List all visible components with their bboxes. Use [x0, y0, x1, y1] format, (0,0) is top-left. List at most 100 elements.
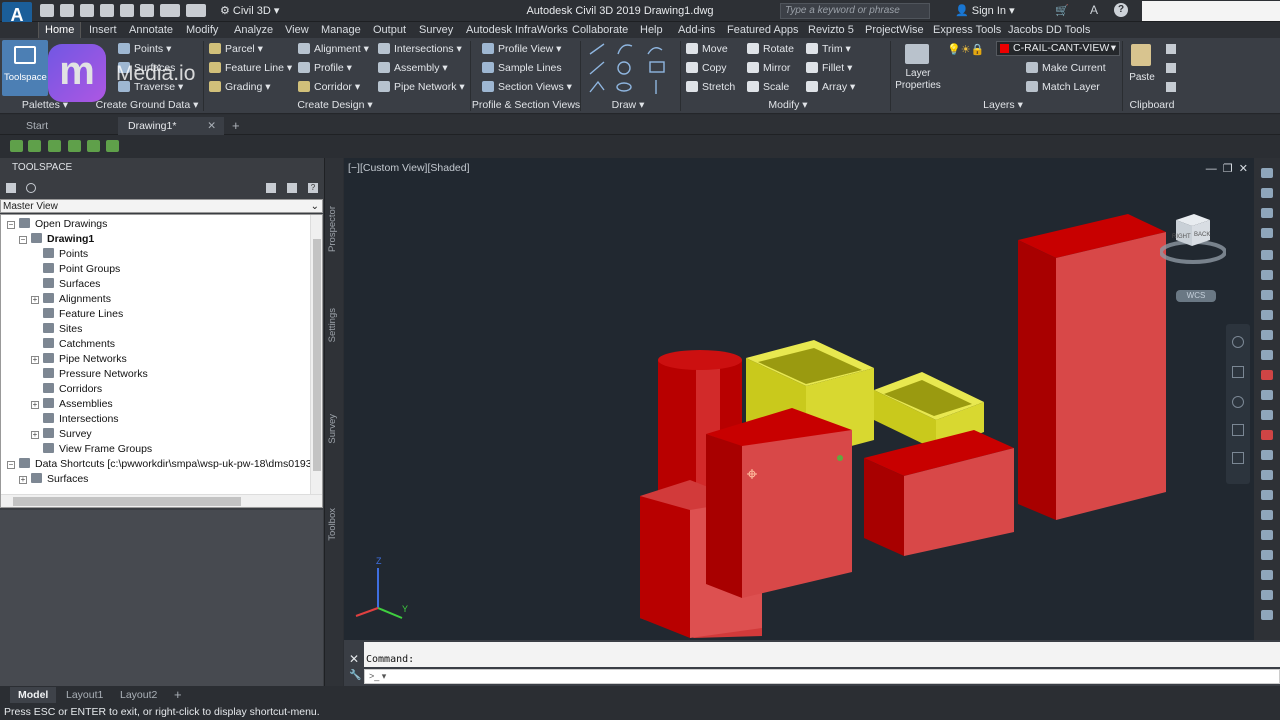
add-layout-button[interactable]: + [166, 687, 190, 703]
tree-item[interactable]: + Surfaces [19, 472, 88, 487]
tab-jacobs-dd-tools[interactable]: Jacobs DD Tools [1008, 22, 1090, 38]
tree-item[interactable]: − Drawing1 [19, 232, 94, 247]
sample-lines-button[interactable]: Sample Lines [482, 60, 562, 76]
side-tab-settings[interactable]: Settings [327, 308, 341, 342]
customize-icon[interactable]: 🔧 [349, 670, 361, 681]
tool-icon[interactable] [1261, 310, 1273, 320]
cut-icon[interactable] [1166, 44, 1176, 54]
side-tab-survey[interactable]: Survey [327, 414, 341, 444]
tool-icon[interactable] [1261, 470, 1273, 480]
tab-layout1[interactable]: Layout1 [58, 687, 111, 703]
toolbar-icon-4[interactable] [68, 140, 81, 152]
cart-icon[interactable]: 🛒 [1055, 4, 1069, 17]
tab-infraworks[interactable]: Autodesk InfraWorks [466, 22, 568, 38]
rotate-button[interactable]: Rotate [747, 41, 794, 57]
navigation-bar[interactable] [1226, 324, 1250, 484]
copy-button[interactable]: Copy [686, 60, 727, 76]
item-view-icon[interactable] [266, 183, 276, 193]
save-icon[interactable] [80, 4, 94, 17]
showmotion-icon[interactable] [1232, 452, 1244, 464]
orbit-icon[interactable] [1232, 424, 1244, 436]
new-tab-button[interactable]: + [228, 117, 248, 135]
tab-help[interactable]: Help [640, 22, 663, 38]
tool-icon[interactable] [1261, 410, 1273, 420]
tree-item[interactable]: + Assemblies [31, 397, 113, 412]
search-input[interactable]: Type a keyword or phrase [780, 3, 930, 19]
tool-icon[interactable] [1261, 490, 1273, 500]
tree-item[interactable]: Pressure Networks [31, 367, 148, 382]
master-view-dropdown[interactable]: Master View ⌄ [0, 199, 323, 213]
redo-icon[interactable] [186, 4, 206, 17]
tab-model[interactable]: Model [10, 687, 57, 703]
save-as-icon[interactable] [100, 4, 114, 17]
tab-insert[interactable]: Insert [89, 22, 117, 38]
tree-expander[interactable]: + [31, 296, 39, 304]
array-button[interactable]: Array ▾ [806, 79, 855, 95]
side-tab-prospector[interactable]: Prospector [327, 206, 341, 252]
tree-item[interactable]: Catchments [31, 337, 115, 352]
autodesk-app-icon[interactable]: A [1090, 3, 1098, 17]
layer-state-icons[interactable]: 💡☀🔒 [947, 43, 987, 56]
tree-item[interactable]: − Open Drawings [7, 217, 107, 232]
tab-projectwise[interactable]: ProjectWise [865, 22, 924, 38]
tree-expander[interactable]: − [7, 461, 15, 469]
tool-icon[interactable] [1261, 430, 1273, 440]
tree-item[interactable]: Intersections [31, 412, 119, 427]
copy-clip-icon[interactable] [1166, 63, 1176, 73]
panel-layers[interactable]: Layers ▾ [968, 98, 1038, 112]
tool-icon[interactable] [1261, 590, 1273, 600]
tool-icon[interactable] [1261, 570, 1273, 580]
tool-icon[interactable] [1261, 168, 1273, 178]
tab-analyze[interactable]: Analyze [234, 22, 273, 38]
toggle-view-icon[interactable] [287, 183, 297, 193]
toolbar-icon-5[interactable] [87, 140, 100, 152]
open-web-icon[interactable] [120, 4, 134, 17]
tab-drawing1[interactable]: Drawing1* ✕ [118, 117, 224, 135]
tree-item[interactable]: Feature Lines [31, 307, 123, 322]
undo-icon[interactable] [160, 4, 180, 17]
tree-expander[interactable]: + [31, 356, 39, 364]
feature-line-button[interactable]: Feature Line ▾ [209, 60, 292, 76]
sign-in-button[interactable]: 👤 Sign In ▾ [955, 3, 1035, 19]
corridor-button[interactable]: Corridor ▾ [298, 79, 360, 95]
tree-item[interactable]: Surfaces [31, 277, 100, 292]
tool-icon[interactable] [1261, 208, 1273, 218]
layer-properties-button[interactable]: Layer Properties [895, 40, 941, 96]
tree-horizontal-scrollbar[interactable] [1, 494, 322, 507]
plot-icon[interactable] [140, 4, 154, 17]
workspace-dropdown[interactable]: ⚙ Civil 3D ▾ [220, 3, 360, 19]
tab-modify[interactable]: Modify [186, 22, 218, 38]
tab-survey[interactable]: Survey [419, 22, 453, 38]
tool-icon[interactable] [1261, 610, 1273, 620]
toolbar-icon-6[interactable] [106, 140, 119, 152]
panel-draw[interactable]: Draw ▾ [598, 98, 658, 112]
parcel-button[interactable]: Parcel ▾ [209, 41, 263, 57]
toolbar-icon-3[interactable] [48, 140, 61, 152]
tool-icon[interactable] [1261, 350, 1273, 360]
tab-annotate[interactable]: Annotate [129, 22, 173, 38]
toolbar-icon-2[interactable] [28, 140, 41, 152]
match-properties-icon[interactable] [1166, 82, 1176, 92]
tool-icon[interactable] [1261, 510, 1273, 520]
tool-icon[interactable] [1261, 530, 1273, 540]
panel-create-ground-data[interactable]: Create Ground Data ▾ [92, 98, 202, 112]
mirror-button[interactable]: Mirror [747, 60, 790, 76]
intersections-button[interactable]: Intersections ▾ [378, 41, 462, 57]
scrollbar-thumb[interactable] [313, 239, 321, 471]
tab-output[interactable]: Output [373, 22, 406, 38]
tab-collaborate[interactable]: Collaborate [572, 22, 628, 38]
tool-icon[interactable] [1261, 550, 1273, 560]
tool-icon[interactable] [1261, 450, 1273, 460]
help-icon[interactable]: ? [1114, 3, 1128, 17]
tab-view[interactable]: View [285, 22, 309, 38]
tool-icon[interactable] [1261, 188, 1273, 198]
tree-item[interactable]: Point Groups [31, 262, 120, 277]
tree-item[interactable]: Points [31, 247, 88, 262]
zoom-icon[interactable] [1232, 396, 1244, 408]
scale-button[interactable]: Scale [747, 79, 789, 95]
tab-home[interactable]: Home [38, 22, 82, 38]
tab-express-tools[interactable]: Express Tools [933, 22, 1001, 38]
profile-button[interactable]: Profile ▾ [298, 60, 352, 76]
open-icon[interactable] [60, 4, 74, 17]
stretch-button[interactable]: Stretch [686, 79, 735, 95]
